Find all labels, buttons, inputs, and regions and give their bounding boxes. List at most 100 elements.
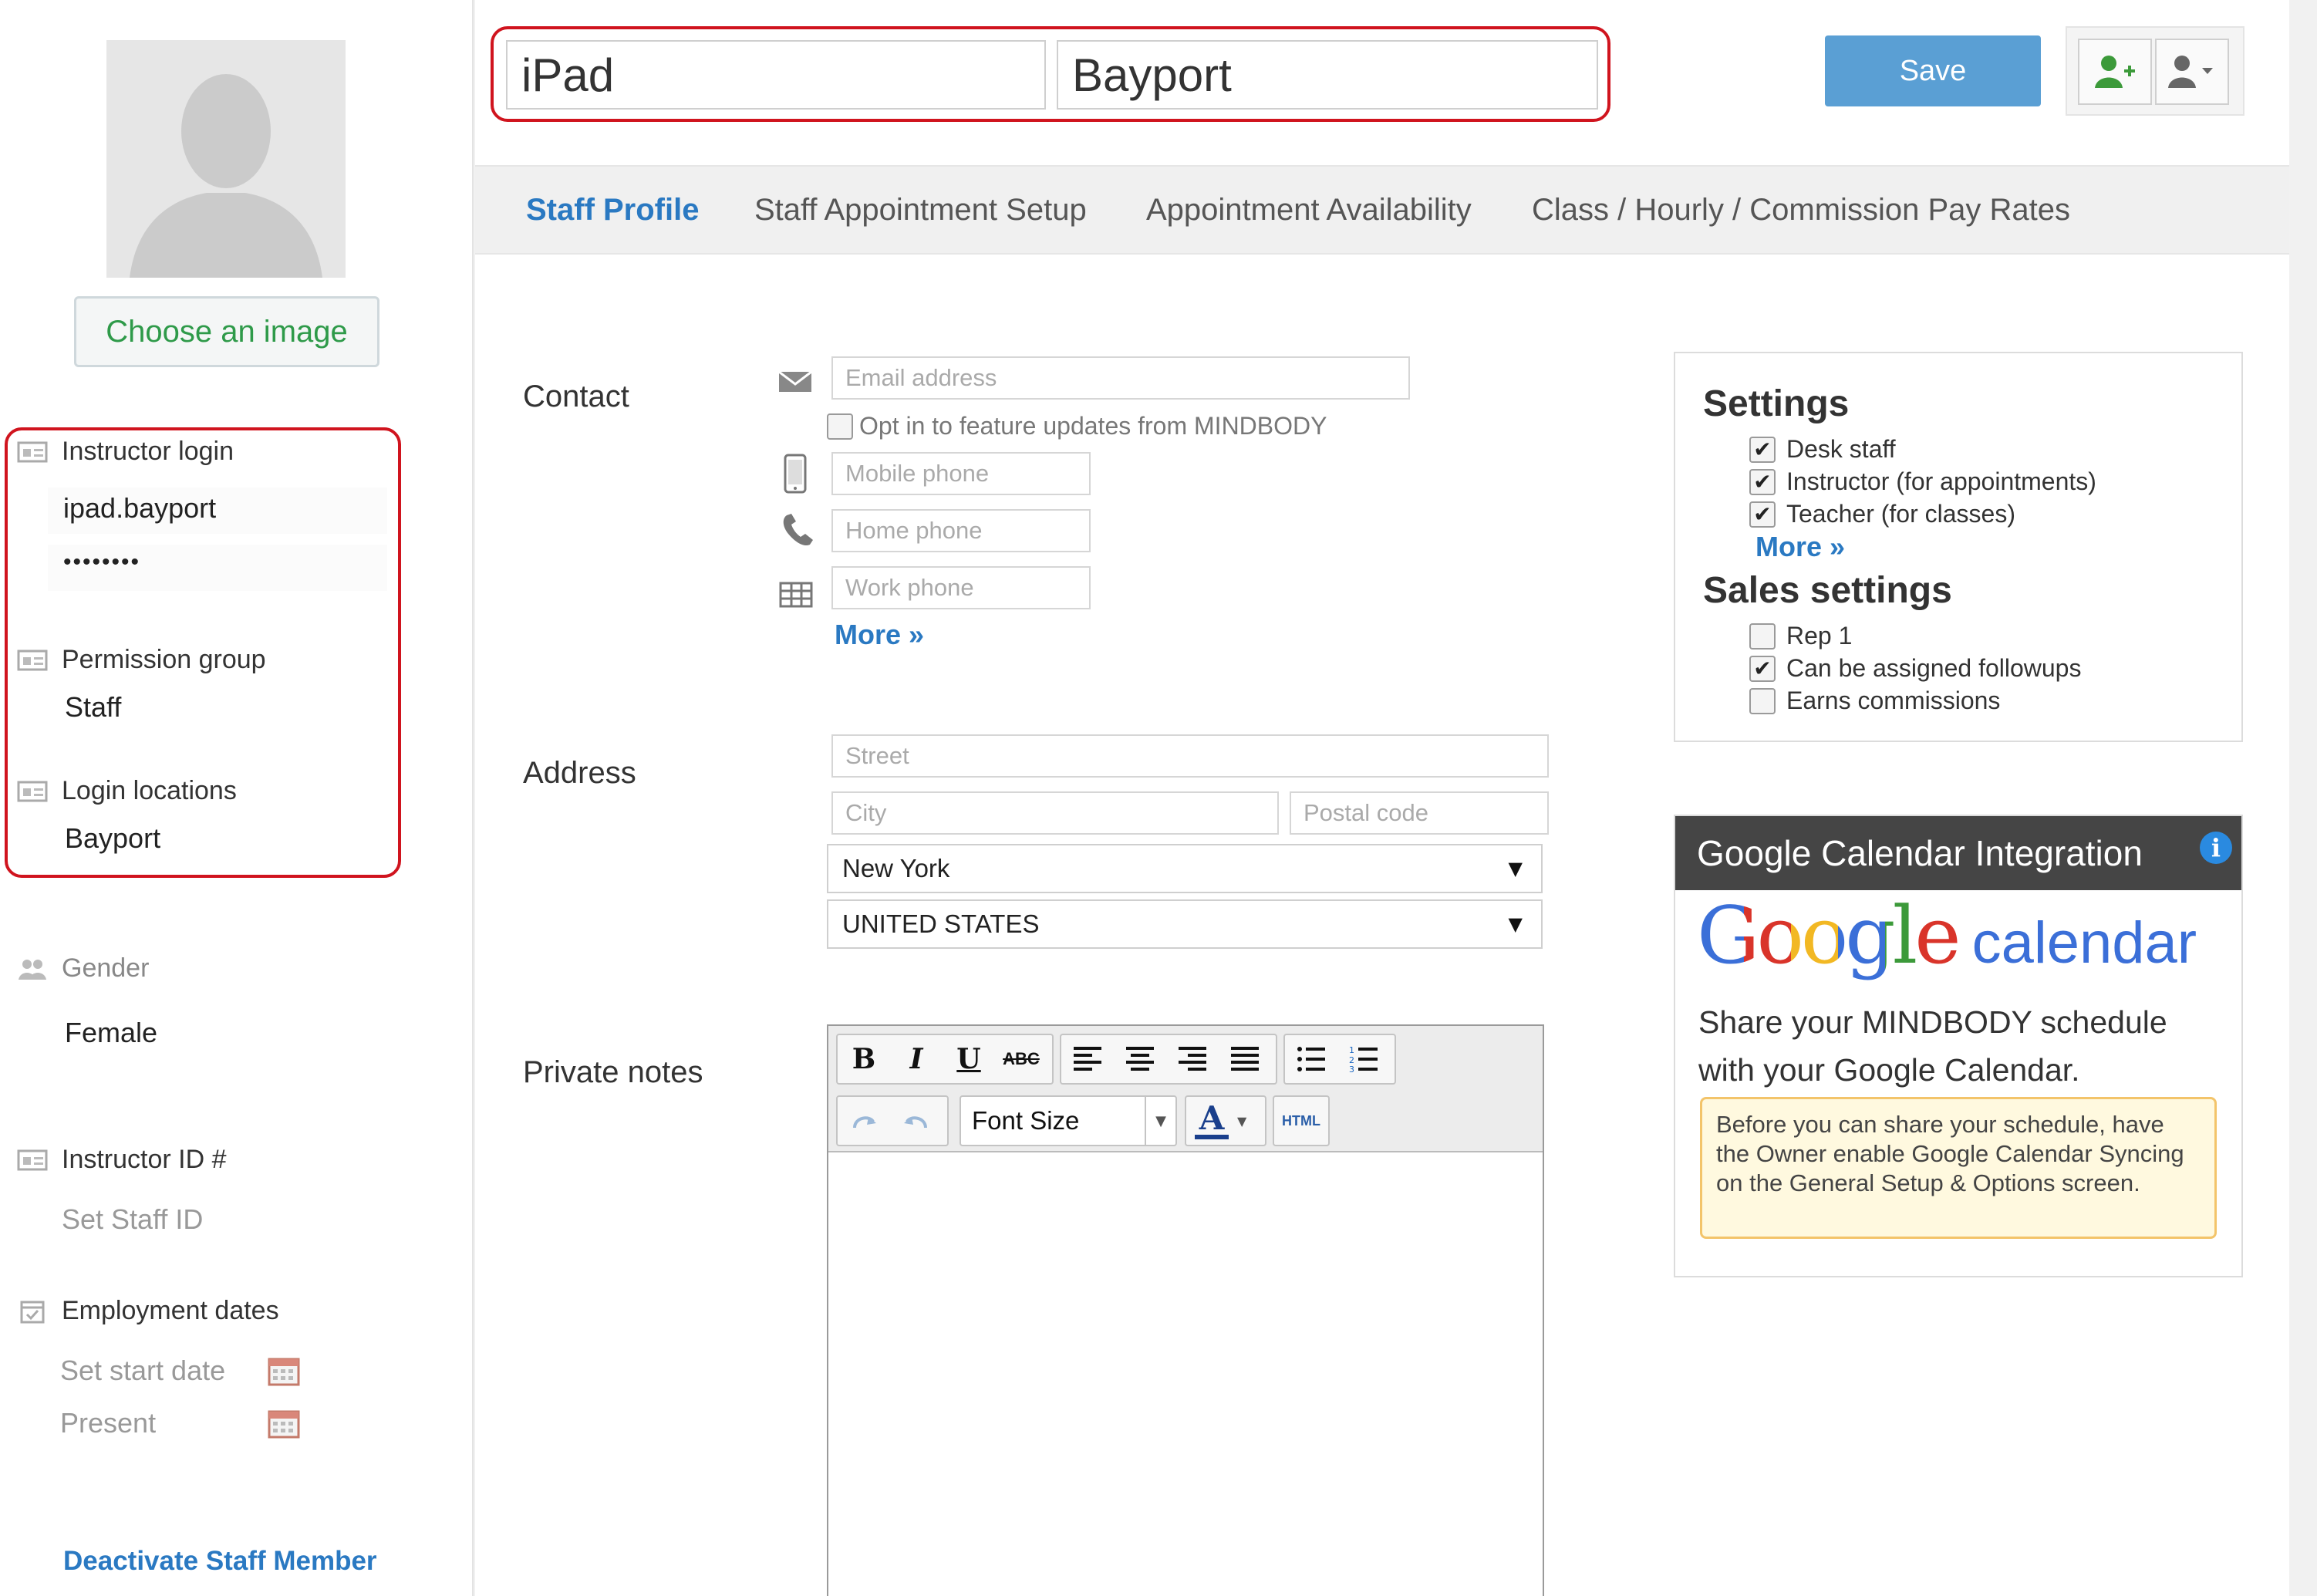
password-field[interactable]: •••••••• <box>48 545 387 591</box>
last-name-input[interactable]: Bayport <box>1057 40 1598 110</box>
text-style-group: B I U ABC <box>836 1034 1054 1085</box>
commissions-checkbox[interactable] <box>1749 687 1776 714</box>
setting-instructor[interactable]: ✔ Instructor (for appointments) <box>1749 467 2096 496</box>
desk-staff-label: Desk staff <box>1786 435 1896 463</box>
gender-label: Gender <box>17 953 149 984</box>
password-value: •••••••• <box>63 549 141 575</box>
instructor-id-value[interactable]: Set Staff ID <box>62 1203 203 1236</box>
calendar-check-icon <box>20 1301 45 1323</box>
rep-1-checkbox[interactable] <box>1749 623 1776 650</box>
opt-in-checkbox[interactable] <box>827 413 853 440</box>
align-center-icon[interactable] <box>1114 1035 1166 1083</box>
city-input[interactable]: City <box>831 791 1279 835</box>
font-size-select[interactable]: Font Size ▼ <box>960 1095 1177 1146</box>
country-select-value: UNITED STATES <box>842 909 1040 938</box>
deactivate-staff-link[interactable]: Deactivate Staff Member <box>63 1546 377 1577</box>
followups-label: Can be assigned followups <box>1786 654 2082 682</box>
setting-rep-1[interactable]: Rep 1 <box>1749 622 1852 650</box>
followups-checkbox[interactable]: ✔ <box>1749 655 1776 682</box>
instructor-id-text: Instructor ID # <box>62 1145 227 1174</box>
country-select[interactable]: UNITED STATES ▼ <box>827 899 1543 949</box>
redo-icon[interactable] <box>838 1097 890 1145</box>
id-card-icon <box>17 650 48 670</box>
undo-redo-group <box>836 1095 949 1146</box>
login-locations-value[interactable]: Bayport <box>65 822 160 855</box>
calendar-icon[interactable] <box>267 1355 301 1387</box>
setting-followups[interactable]: ✔ Can be assigned followups <box>1749 654 2081 683</box>
editor-toolbar: B I U ABC 123 Font Size ▼ A ▼ HTML <box>828 1026 1543 1152</box>
tab-pay-rates[interactable]: Class / Hourly / Commission Pay Rates <box>1532 193 2070 228</box>
id-card-icon <box>17 781 48 801</box>
instructor-id-label: Instructor ID # <box>17 1145 227 1175</box>
username-field[interactable]: ipad.bayport <box>48 488 387 534</box>
login-locations-label: Login locations <box>17 776 237 806</box>
font-color-icon: A <box>1186 1102 1237 1139</box>
gender-value[interactable]: Female <box>65 1017 157 1049</box>
settings-panel: Settings ✔ Desk staff ✔ Instructor (for … <box>1674 352 2243 742</box>
teacher-checkbox[interactable]: ✔ <box>1749 501 1776 528</box>
dropdown-arrow-icon: ▼ <box>1508 858 1523 879</box>
instructor-checkbox[interactable]: ✔ <box>1749 468 1776 495</box>
rep-1-label: Rep 1 <box>1786 622 1853 650</box>
id-card-icon <box>17 1149 48 1170</box>
add-user-icon <box>2095 56 2135 88</box>
settings-title: Settings <box>1703 383 1850 424</box>
street-input[interactable]: Street <box>831 734 1549 778</box>
people-icon <box>19 959 46 980</box>
user-menu-button[interactable] <box>2155 39 2229 105</box>
state-select[interactable]: New York ▼ <box>827 844 1543 893</box>
tab-appointment-availability[interactable]: Appointment Availability <box>1146 193 1472 228</box>
choose-image-button[interactable]: Choose an image <box>74 296 379 367</box>
gender-text: Gender <box>62 953 150 983</box>
setting-desk-staff[interactable]: ✔ Desk staff <box>1749 435 1896 464</box>
add-user-button[interactable] <box>2078 39 2152 105</box>
end-date-value[interactable]: Present <box>60 1407 156 1439</box>
desk-staff-checkbox[interactable]: ✔ <box>1749 436 1776 463</box>
google-calendar-warning: Before you can share your schedule, have… <box>1700 1097 2217 1239</box>
opt-in-label: Opt in to feature updates from MINDBODY <box>859 412 1327 440</box>
info-icon[interactable]: i <box>2200 832 2232 864</box>
chevron-down-icon[interactable]: ▼ <box>1145 1097 1175 1145</box>
align-right-icon[interactable] <box>1166 1035 1219 1083</box>
calendar-icon[interactable] <box>267 1407 301 1439</box>
html-source-button[interactable]: HTML <box>1273 1095 1330 1146</box>
google-calendar-description: Share your MINDBODY schedule with your G… <box>1698 1004 2167 1088</box>
tab-staff-profile[interactable]: Staff Profile <box>526 193 699 228</box>
undo-icon[interactable] <box>890 1097 943 1145</box>
font-color-button[interactable]: A ▼ <box>1185 1095 1266 1146</box>
underline-icon[interactable]: U <box>943 1035 995 1083</box>
tab-staff-appointment-setup[interactable]: Staff Appointment Setup <box>754 193 1087 228</box>
bullet-list-icon[interactable] <box>1285 1035 1337 1083</box>
italic-icon[interactable]: I <box>890 1035 943 1083</box>
tab-bar: Staff Profile Staff Appointment Setup Ap… <box>475 165 2289 255</box>
settings-more-link[interactable]: More » <box>1755 531 1845 563</box>
chevron-down-icon[interactable]: ▼ <box>1237 1114 1246 1129</box>
opt-in-row[interactable]: Opt in to feature updates from MINDBODY <box>827 412 1327 440</box>
font-size-label: Font Size <box>972 1106 1080 1135</box>
setting-teacher[interactable]: ✔ Teacher (for classes) <box>1749 500 2015 528</box>
user-dropdown-icon <box>2168 56 2213 88</box>
mobile-phone-input[interactable]: Mobile phone <box>831 452 1091 495</box>
google-calendar-panel: Google Calendar Integration i Google cal… <box>1674 815 2243 1277</box>
avatar-silhouette-icon <box>130 74 322 278</box>
state-select-value: New York <box>842 854 950 882</box>
postal-code-input[interactable]: Postal code <box>1290 791 1549 835</box>
numbered-list-icon[interactable]: 123 <box>1337 1035 1390 1083</box>
save-button[interactable]: Save <box>1825 35 2041 106</box>
start-date-value[interactable]: Set start date <box>60 1355 225 1387</box>
private-notes-editor[interactable]: B I U ABC 123 Font Size ▼ A ▼ HTML <box>827 1024 1544 1596</box>
setting-commissions[interactable]: Earns commissions <box>1749 687 2000 715</box>
email-input[interactable]: Email address <box>831 356 1410 400</box>
contact-section-label: Contact <box>523 380 629 413</box>
employment-dates-label: Employment dates <box>17 1296 279 1326</box>
contact-more-link[interactable]: More » <box>835 619 924 651</box>
permission-group-value[interactable]: Staff <box>65 691 121 724</box>
work-phone-input[interactable]: Work phone <box>831 566 1091 609</box>
bold-icon[interactable]: B <box>838 1035 890 1083</box>
list-group: 123 <box>1283 1034 1396 1085</box>
align-left-icon[interactable] <box>1061 1035 1114 1083</box>
home-phone-input[interactable]: Home phone <box>831 509 1091 552</box>
align-justify-icon[interactable] <box>1219 1035 1271 1083</box>
first-name-input[interactable]: iPad <box>506 40 1046 110</box>
strikethrough-icon[interactable]: ABC <box>995 1035 1047 1083</box>
